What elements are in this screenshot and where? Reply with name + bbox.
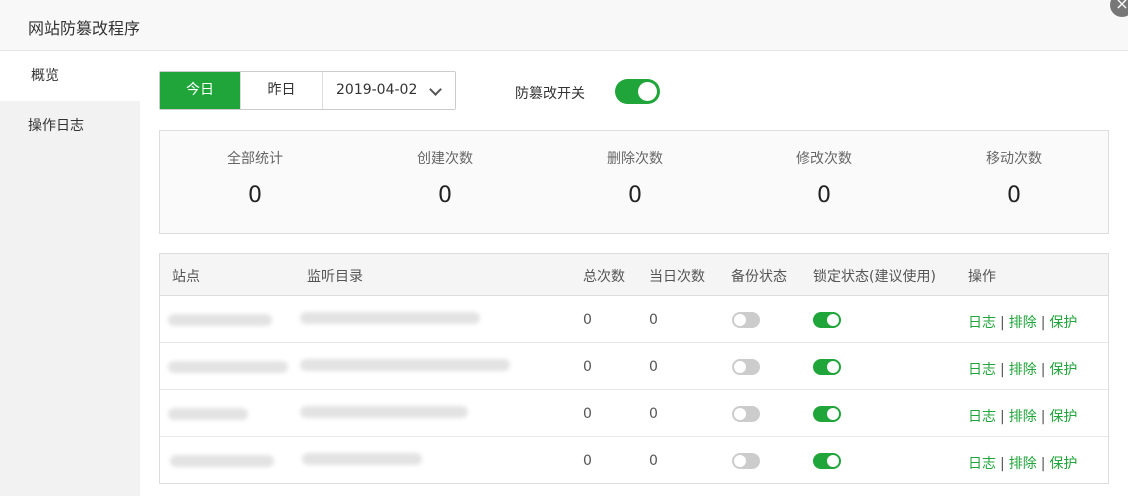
exclude-link[interactable]: 排除: [1009, 362, 1037, 378]
header-lock: 锁定状态(建议使用): [813, 269, 936, 285]
lock-toggle[interactable]: [813, 312, 841, 328]
today-count: 0: [649, 453, 658, 469]
stat-label: 修改次数: [796, 151, 852, 167]
backup-toggle[interactable]: [732, 359, 760, 375]
tamper-switch[interactable]: [615, 79, 660, 104]
backup-toggle[interactable]: [732, 453, 760, 469]
blurred-directory: [300, 406, 468, 418]
table-row: 0 0 日志 | 排除 | 保护: [160, 390, 1108, 437]
stat-value: 0: [817, 183, 831, 208]
stat-label: 移动次数: [986, 151, 1042, 167]
stat-value: 0: [628, 183, 642, 208]
separator: |: [1000, 362, 1005, 378]
sidebar-item-overview[interactable]: 概览: [0, 51, 140, 101]
table-header: 站点 监听目录 总次数 当日次数 备份状态 锁定状态(建议使用) 操作: [160, 254, 1108, 296]
protect-link[interactable]: 保护: [1049, 456, 1077, 472]
log-link[interactable]: 日志: [968, 315, 996, 331]
switch-knob: [638, 82, 657, 101]
chevron-down-icon: [429, 83, 442, 96]
total-count: 0: [583, 359, 592, 375]
separator: |: [1040, 456, 1046, 472]
log-link[interactable]: 日志: [968, 409, 996, 425]
stat-value: 0: [1007, 183, 1021, 208]
tamper-dialog: 网站防篡改程序 × 概览 操作日志 今日 昨日 2019-04-02 防篡改开关…: [0, 0, 1128, 496]
exclude-link[interactable]: 排除: [1009, 456, 1037, 472]
stat-label: 删除次数: [607, 151, 663, 167]
header-today: 当日次数: [649, 269, 705, 285]
blurred-site: [170, 455, 274, 467]
table-row: 0 0 日志 | 排除 | 保护: [160, 296, 1108, 343]
protect-link[interactable]: 保护: [1049, 409, 1077, 425]
dialog-title: 网站防篡改程序: [28, 19, 141, 38]
separator: |: [1000, 315, 1005, 331]
blurred-site: [168, 361, 288, 373]
row-actions: 日志 | 排除 | 保护: [968, 312, 1077, 332]
today-count: 0: [649, 406, 658, 422]
date-select[interactable]: 2019-04-02: [323, 72, 455, 109]
row-actions: 日志 | 排除 | 保护: [968, 359, 1077, 379]
total-count: 0: [583, 453, 592, 469]
total-count: 0: [583, 406, 592, 422]
exclude-link[interactable]: 排除: [1009, 409, 1037, 425]
dialog-title-bar: 网站防篡改程序: [0, 0, 1128, 51]
log-link[interactable]: 日志: [968, 456, 996, 472]
sites-table: 站点 监听目录 总次数 当日次数 备份状态 锁定状态(建议使用) 操作 0 0 …: [159, 253, 1109, 484]
header-site: 站点: [172, 269, 200, 285]
date-value: 2019-04-02: [336, 82, 418, 98]
stats-panel: 全部统计 0 创建次数 0 删除次数 0 修改次数 0 移动次数 0: [159, 130, 1109, 234]
separator: |: [1040, 409, 1046, 425]
header-backup: 备份状态: [731, 269, 787, 285]
backup-toggle[interactable]: [732, 406, 760, 422]
blurred-site: [168, 314, 272, 326]
backup-toggle[interactable]: [732, 312, 760, 328]
lock-toggle[interactable]: [813, 453, 841, 469]
table-row: 0 0 日志 | 排除 | 保护: [160, 343, 1108, 390]
sidebar-item-operation-log[interactable]: 操作日志: [0, 101, 140, 151]
blurred-directory: [300, 312, 480, 324]
today-count: 0: [649, 359, 658, 375]
blurred-directory: [302, 453, 422, 465]
separator: |: [1040, 362, 1046, 378]
table-row: 0 0 日志 | 排除 | 保护: [160, 437, 1108, 484]
protect-link[interactable]: 保护: [1049, 315, 1077, 331]
today-count: 0: [649, 312, 658, 328]
separator: |: [1000, 456, 1005, 472]
yesterday-button[interactable]: 昨日: [241, 72, 323, 109]
separator: |: [1040, 315, 1046, 331]
stat-label: 创建次数: [417, 151, 473, 167]
separator: |: [1000, 409, 1005, 425]
protect-link[interactable]: 保护: [1049, 362, 1077, 378]
tamper-switch-label: 防篡改开关: [515, 86, 585, 102]
header-actions: 操作: [968, 269, 996, 285]
header-directory: 监听目录: [307, 269, 363, 285]
log-link[interactable]: 日志: [968, 362, 996, 378]
today-button[interactable]: 今日: [160, 72, 241, 109]
lock-toggle[interactable]: [813, 359, 841, 375]
blurred-directory: [300, 359, 510, 371]
stat-label: 全部统计: [227, 151, 283, 167]
lock-toggle[interactable]: [813, 406, 841, 422]
sidebar: 概览 操作日志: [0, 51, 140, 496]
row-actions: 日志 | 排除 | 保护: [968, 406, 1077, 426]
stat-value: 0: [248, 183, 262, 208]
stat-value: 0: [438, 183, 452, 208]
row-actions: 日志 | 排除 | 保护: [968, 453, 1077, 473]
total-count: 0: [583, 312, 592, 328]
header-total: 总次数: [583, 269, 625, 285]
blurred-site: [168, 408, 248, 420]
date-filter-group: 今日 昨日 2019-04-02: [159, 71, 456, 110]
exclude-link[interactable]: 排除: [1009, 315, 1037, 331]
